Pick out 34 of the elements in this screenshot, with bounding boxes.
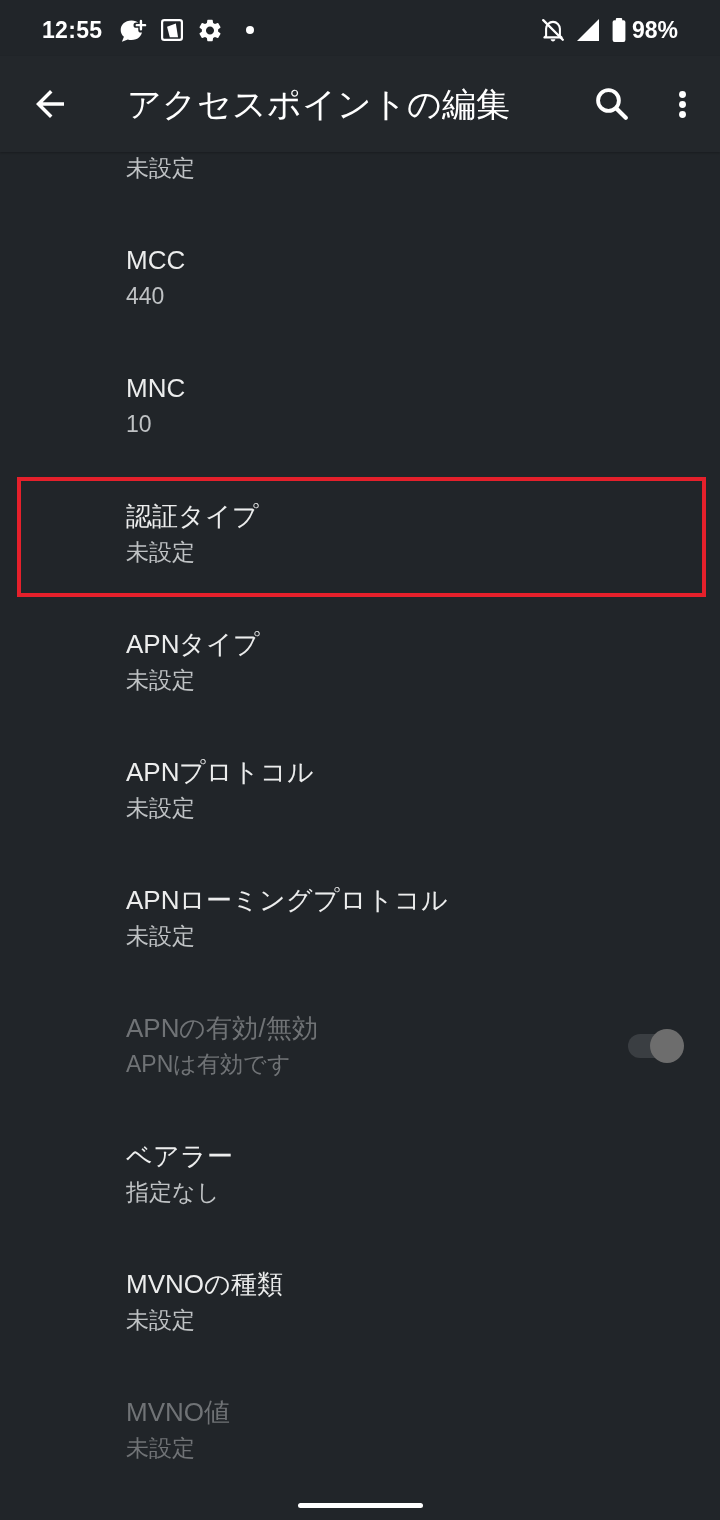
setting-value: 未設定: [126, 154, 195, 183]
battery-icon: [611, 18, 626, 42]
setting-title[interactable]: APNタイプ: [126, 626, 261, 662]
more-options-icon[interactable]: [679, 90, 686, 118]
setting-title[interactable]: 認証タイプ: [126, 498, 259, 534]
dot-icon: [246, 26, 255, 34]
setting-value: 未設定: [126, 794, 195, 823]
setting-title: MVNO値: [126, 1396, 230, 1429]
setting-value: APNは有効です: [126, 1050, 292, 1079]
setting-title[interactable]: MVNOの種類: [126, 1266, 283, 1302]
chat-plus-icon: [120, 17, 148, 43]
setting-value: 未設定: [126, 1306, 195, 1335]
setting-value: 未設定: [126, 538, 195, 567]
signal-icon: [576, 19, 599, 41]
setting-title[interactable]: MCC: [126, 242, 186, 278]
status-time: 12:55: [42, 16, 103, 44]
setting-value: 10: [126, 410, 152, 439]
setting-title: APNの有効/無効: [126, 1012, 318, 1045]
search-icon[interactable]: [596, 88, 628, 120]
gear-icon: [199, 18, 222, 42]
screen-title: アクセスポイントの編集: [127, 84, 511, 125]
bell-off-icon: [541, 18, 564, 42]
setting-value: 指定なし: [126, 1178, 220, 1207]
setting-value: 440: [126, 282, 165, 311]
setting-value: 未設定: [126, 922, 195, 951]
back-icon[interactable]: [36, 90, 64, 118]
setting-title[interactable]: APNプロトコル: [126, 754, 315, 790]
setting-title[interactable]: MNC: [126, 370, 186, 406]
card-icon: [161, 19, 184, 41]
setting-value: 未設定: [126, 1434, 195, 1463]
setting-value: 未設定: [126, 666, 195, 695]
battery-percent: 98%: [631, 16, 678, 44]
setting-title[interactable]: APNローミングプロトコル: [126, 882, 449, 918]
setting-title[interactable]: ベアラー: [126, 1138, 233, 1174]
